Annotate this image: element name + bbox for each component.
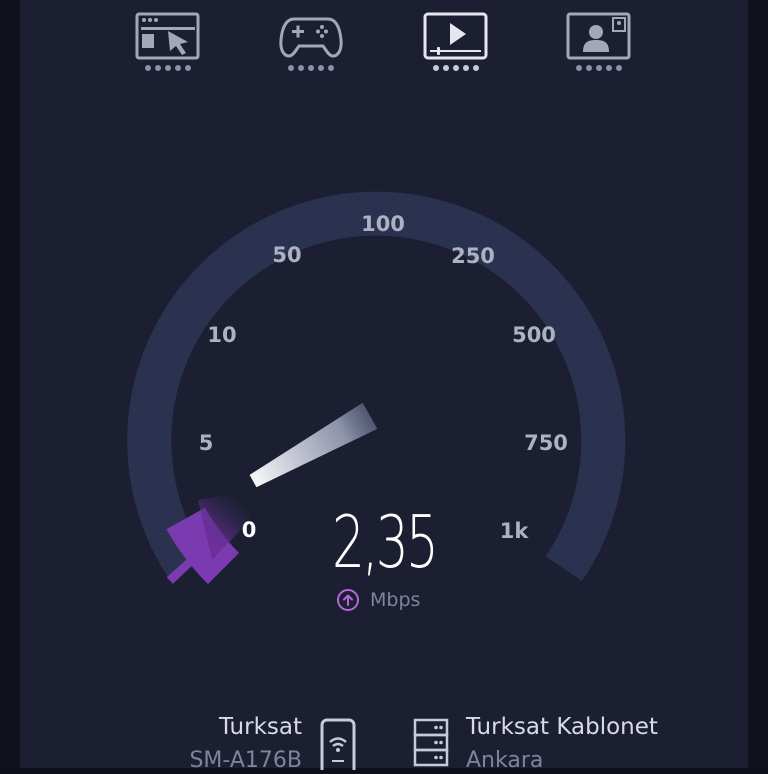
- phone-wifi-icon: [320, 718, 356, 774]
- scale-label-500: 500: [512, 323, 556, 347]
- scale-label-750: 750: [524, 431, 568, 455]
- provider-device: SM-A176B: [189, 748, 302, 773]
- scale-label-250: 250: [451, 244, 495, 268]
- connection-info: Turksat SM-A176B Turksat Kablonet Ankara: [0, 700, 768, 774]
- speed-unit-row: Mbps: [336, 588, 420, 612]
- upload-arrow-icon: [336, 588, 360, 612]
- scale-label-100: 100: [361, 212, 405, 236]
- gauge-needle: [249, 402, 378, 488]
- speedtest-screen: 0 5 10 50 100 250 500 750 1k 2,35 Mbps T…: [0, 0, 768, 774]
- server-location: Ankara: [466, 748, 544, 773]
- speed-value: 2,35: [332, 500, 439, 584]
- server-icon: [413, 718, 449, 774]
- scale-label-5: 5: [199, 431, 214, 455]
- speed-unit: Mbps: [370, 589, 421, 611]
- scale-label-50: 50: [272, 243, 301, 267]
- server-name[interactable]: Turksat Kablonet: [466, 714, 658, 740]
- provider-name[interactable]: Turksat: [160, 714, 302, 740]
- scale-label-10: 10: [207, 323, 236, 347]
- scale-label-0: 0: [242, 518, 257, 542]
- scale-label-1k: 1k: [500, 519, 530, 543]
- speed-gauge: 0 5 10 50 100 250 500 750 1k: [127, 191, 626, 585]
- gauge-fill-start: [166, 547, 205, 584]
